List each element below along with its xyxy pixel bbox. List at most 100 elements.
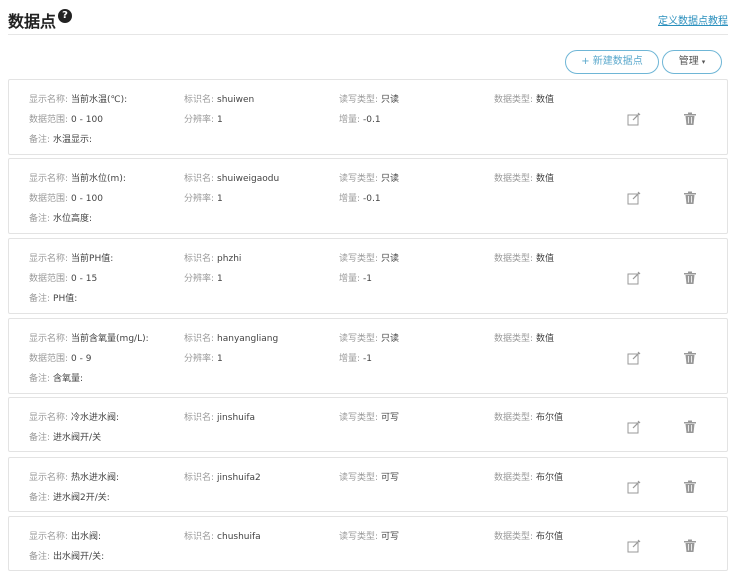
range-field-label: 数据范围: [29, 354, 69, 364]
display-name-field-value: 当前含氧量(mg/L): [71, 334, 149, 344]
remark-field-value: 水位高度: [53, 214, 93, 224]
increment-field-label: 增量: [339, 115, 361, 125]
rw-type-field-value: 只读 [381, 334, 400, 344]
data-type-field-label: 数据类型: [494, 254, 534, 264]
resolution-field-label: 分辨率: [184, 274, 215, 284]
range-field-value: 0 - 15 [71, 274, 98, 284]
data-type-field: 数据类型: 数值 [494, 251, 554, 264]
datapoint-card: 显示名称: 冷水进水阀: 标识名: jinshuifa 读写类型: 可写 数据类型: 布尔值备… [8, 397, 728, 452]
increment-field-value: -1 [363, 274, 373, 284]
rw-type-field-label: 读写类型: [339, 473, 379, 483]
display-name-field: 显示名称: 当前含氧量(mg/L): [29, 331, 149, 344]
remark-field-value: 出水阀开/关: [53, 552, 105, 562]
resolution-field-label: 分辨率: [184, 354, 215, 364]
display-name-field: 显示名称: 当前PH值: [29, 251, 113, 264]
remark-field-label: 备注: [29, 552, 51, 562]
data-type-field: 数据类型: 布尔值 [494, 470, 563, 483]
edit-icon[interactable] [627, 480, 641, 494]
remark-field-value: 水温显示: [53, 135, 93, 145]
display-name-field-label: 显示名称: [29, 254, 69, 264]
increment-field-value: -0.1 [363, 194, 381, 204]
display-name-field: 显示名称: 当前水温(℃): [29, 92, 127, 105]
range-field-label: 数据范围: [29, 115, 69, 125]
remark-field-label: 备注: [29, 374, 51, 384]
data-type-field-label: 数据类型: [494, 334, 534, 344]
range-field-label: 数据范围: [29, 274, 69, 284]
edit-icon[interactable] [627, 271, 641, 285]
rw-type-field-label: 读写类型: [339, 254, 379, 264]
new-datapoint-button[interactable]: + 新建数据点 [565, 50, 659, 74]
display-name-field-value: 出水阀: [71, 532, 102, 542]
rw-type-field: 读写类型: 可写 [339, 470, 399, 483]
resolution-field-label: 分辨率: [184, 194, 215, 204]
display-name-field-value: 当前水温(℃): [71, 95, 128, 105]
edit-icon[interactable] [627, 112, 641, 126]
data-type-field: 数据类型: 布尔值 [494, 410, 563, 423]
datapoint-card: 显示名称: 当前水位(m): 标识名: shuiweigaodu 读写类型: 只读 数据类型… [8, 158, 728, 234]
rw-type-field-label: 读写类型: [339, 413, 379, 423]
identifier-field-label: 标识名: [184, 254, 215, 264]
identifier-field-value: shuiwen [217, 95, 255, 105]
trash-icon[interactable] [683, 271, 697, 285]
resolution-field: 分辨率: 1 [184, 191, 223, 204]
edit-icon[interactable] [627, 351, 641, 365]
edit-icon[interactable] [627, 420, 641, 434]
remark-field-value: 含氧量: [53, 374, 84, 384]
increment-field-value: -1 [363, 354, 373, 364]
identifier-field-label: 标识名: [184, 413, 215, 423]
resolution-field: 分辨率: 1 [184, 351, 223, 364]
data-type-field-value: 布尔值 [536, 413, 564, 423]
increment-field-value: -0.1 [363, 115, 381, 125]
display-name-field-label: 显示名称: [29, 174, 69, 184]
identifier-field: 标识名: jinshuifa [184, 410, 255, 423]
resolution-field-value: 1 [217, 354, 223, 364]
edit-icon[interactable] [627, 539, 641, 553]
trash-icon[interactable] [683, 191, 697, 205]
display-name-field-label: 显示名称: [29, 95, 69, 105]
identifier-field-label: 标识名: [184, 473, 215, 483]
datapoint-card: 显示名称: 热水进水阀: 标识名: jinshuifa2 读写类型: 可写 数据类型: 布尔值… [8, 457, 728, 512]
remark-field: 备注: 出水阀开/关: [29, 549, 104, 562]
edit-icon[interactable] [627, 191, 641, 205]
identifier-field-value: shuiweigaodu [217, 174, 280, 184]
identifier-field-value: jinshuifa2 [217, 473, 261, 483]
display-name-field: 显示名称: 当前水位(m): [29, 171, 126, 184]
trash-icon[interactable] [683, 351, 697, 365]
chevron-down-icon: ▾ [701, 58, 706, 66]
increment-field: 增量: -1 [339, 271, 372, 284]
range-field-value: 0 - 9 [71, 354, 92, 364]
remark-field: 备注: PH值: [29, 291, 77, 304]
manage-button[interactable]: 管理 ▾ [662, 50, 722, 74]
display-name-field-label: 显示名称: [29, 334, 69, 344]
range-field: 数据范围: 0 - 100 [29, 191, 103, 204]
identifier-field-label: 标识名: [184, 532, 215, 542]
rw-type-field-label: 读写类型: [339, 532, 379, 542]
identifier-field: 标识名: chushuifa [184, 529, 261, 542]
rw-type-field: 读写类型: 可写 [339, 410, 399, 423]
trash-icon[interactable] [683, 112, 697, 126]
data-type-field-label: 数据类型: [494, 95, 534, 105]
identifier-field-value: chushuifa [217, 532, 261, 542]
manage-button-label: 管理 [678, 56, 699, 67]
trash-icon[interactable] [683, 420, 697, 434]
rw-type-field: 读写类型: 只读 [339, 171, 399, 184]
data-type-field: 数据类型: 数值 [494, 92, 554, 105]
tutorial-link[interactable]: 定义数据点教程 [658, 12, 728, 27]
rw-type-field-label: 读写类型: [339, 95, 379, 105]
datapoint-card: 显示名称: 当前含氧量(mg/L): 标识名: hanyangliang 读写类型: 只读… [8, 318, 728, 394]
rw-type-field-value: 只读 [381, 254, 400, 264]
trash-icon[interactable] [683, 539, 697, 553]
range-field: 数据范围: 0 - 9 [29, 351, 91, 364]
datapoint-card: 显示名称: 出水阀: 标识名: chushuifa 读写类型: 可写 数据类型: 布尔值 备注:… [8, 516, 728, 571]
data-type-field-value: 布尔值 [536, 473, 564, 483]
rw-type-field-value: 可写 [381, 532, 400, 542]
trash-icon[interactable] [683, 480, 697, 494]
increment-field-label: 增量: [339, 354, 361, 364]
remark-field-label: 备注: [29, 135, 51, 145]
data-type-field-value: 布尔值 [536, 532, 564, 542]
identifier-field-label: 标识名: [184, 95, 215, 105]
increment-field-label: 增量: [339, 194, 361, 204]
data-type-field-value: 数值 [536, 254, 555, 264]
rw-type-field: 读写类型: 只读 [339, 251, 399, 264]
help-icon[interactable]: ? [58, 9, 72, 23]
